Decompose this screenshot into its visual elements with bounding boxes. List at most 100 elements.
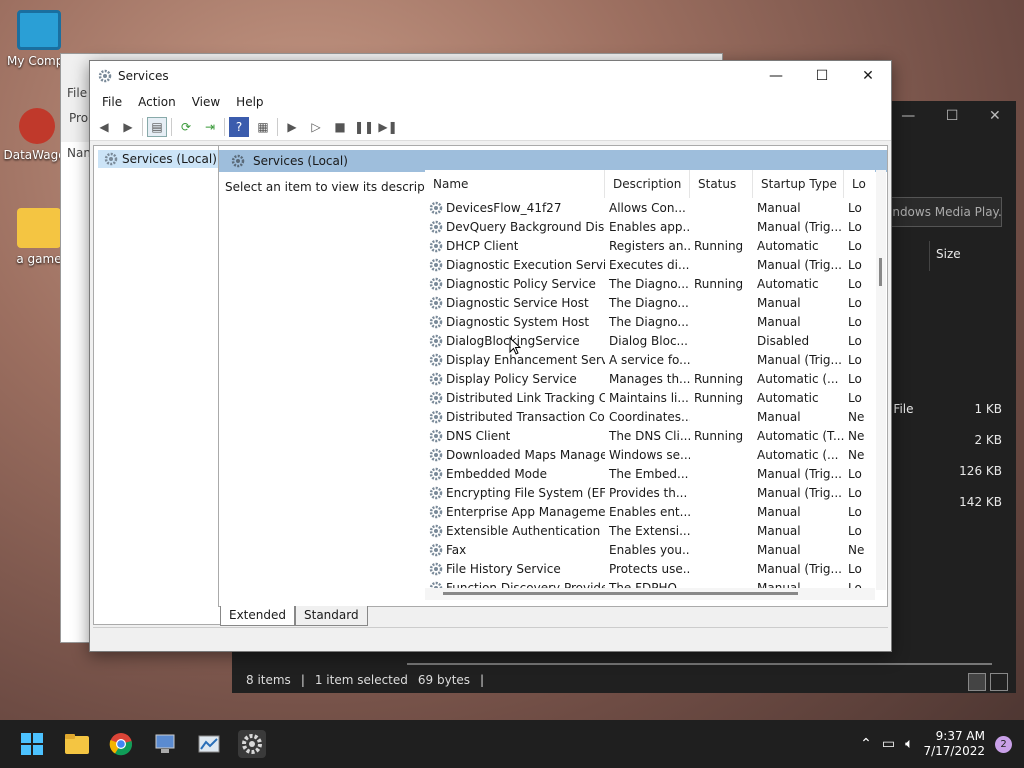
table-row[interactable]: DevicesFlow_41f27 Allows Con... Manual Lo [425,198,875,217]
service-startup-cell: Manual (Trig... [757,561,842,576]
details-view-icon[interactable] [968,673,986,691]
service-name: Diagnostic Policy Service [446,276,596,291]
column-log-on-as[interactable]: Lo [844,170,866,198]
show-hide-tree-icon[interactable]: ▤ [147,116,167,137]
explorer-window-controls: — ☐ ✕ [886,101,1016,131]
service-name: Extensible Authentication P... [446,523,605,538]
performance-chart-icon [198,735,220,753]
table-row[interactable]: Diagnostic Service Host The Diagno... Manu… [425,293,875,312]
table-row[interactable]: Downloaded Maps Manager Windows se... Auto… [425,445,875,464]
tab-extended[interactable]: Extended [220,606,295,626]
name-column-header[interactable]: Nan [67,146,91,160]
menu-view[interactable]: View [184,95,228,109]
table-row[interactable]: Display Enhancement Service A service fo.… [425,350,875,369]
tiles-view-icon[interactable] [990,673,1008,691]
toolbar-separator [142,117,143,136]
table-row[interactable]: Fax Enables you... Manual Ne [425,540,875,559]
service-status-cell: Running [694,371,744,386]
column-name[interactable]: Name [425,170,605,198]
service-description-cell: Enables ent... [609,504,690,519]
service-name-cell: File History Service [425,562,605,576]
computer-management-taskbar-button[interactable] [151,730,179,758]
service-startup-cell: Automatic (... [757,371,839,386]
service-name-cell: Diagnostic System Host [425,315,605,329]
chrome-taskbar-button[interactable] [107,730,135,758]
service-name: Downloaded Maps Manager [446,447,605,462]
table-row[interactable]: Extensible Authentication P... The Extens… [425,521,875,540]
file-row[interactable]: 2 KB [882,433,1002,447]
table-row[interactable]: DialogBlockingServiceDialog Bloc...Disab… [425,331,875,350]
stop-service-icon[interactable]: ■ [330,117,350,137]
tab-standard[interactable]: Standard [295,606,368,626]
table-row[interactable]: Embedded Mode The Embed... Manual (Trig...… [425,464,875,483]
table-row[interactable]: Diagnostic Policy Service The Diagno... Ru… [425,274,875,293]
table-row[interactable]: Diagnostic System Host The Diagno... Manua… [425,312,875,331]
maximize-icon[interactable]: ☐ [946,108,959,124]
table-row[interactable]: Distributed Transaction Coo... Coordinate… [425,407,875,426]
network-icon[interactable]: ▭ [882,736,895,752]
service-startup-cell: Manual (Trig... [757,352,842,367]
close-icon[interactable]: ✕ [989,108,1001,124]
menu-file[interactable]: File [94,95,130,109]
gears-icon [429,353,443,366]
tree-node-services-local[interactable]: Services (Local) [98,150,223,168]
file-row[interactable]: n File 1 KB [882,402,1002,416]
menu-file[interactable]: File [67,86,87,100]
export-list-icon[interactable]: ⇥ [200,117,220,137]
table-row[interactable]: DevQuery Background Disc... Enables app..… [425,217,875,236]
file-explorer-taskbar-button[interactable] [63,730,91,758]
refresh-icon[interactable]: ⟳ [176,117,196,137]
service-name: Distributed Transaction Coo... [446,409,605,424]
horizontal-scrollbar[interactable] [407,663,992,665]
file-row[interactable]: 126 KB [882,464,1002,478]
close-button[interactable]: ✕ [845,61,891,91]
service-logon-cell: Lo [848,561,862,576]
restart-service-icon[interactable]: ▶❚ [378,117,398,137]
gears-icon [98,69,112,83]
services-pane: Services (Local) Select an item to view … [218,145,888,607]
explorer-search-input[interactable]: indows Media Play... [882,197,1002,227]
performance-monitor-taskbar-button[interactable] [195,730,223,758]
gears-icon [429,258,443,271]
column-description[interactable]: Description [605,170,690,198]
table-row[interactable]: Encrypting File System (EFS) Provides th.… [425,483,875,502]
chevron-up-icon[interactable]: ⌃ [860,736,872,752]
column-startup-type[interactable]: Startup Type [753,170,844,198]
vertical-scrollbar[interactable] [876,170,886,590]
column-status[interactable]: Status [690,170,753,198]
service-name: Diagnostic Execution Service [446,257,605,272]
properties-icon[interactable]: ▦ [253,117,273,137]
start-button[interactable] [18,730,46,758]
scroll-thumb[interactable] [443,592,798,595]
table-row[interactable]: DNS Client The DNS Cli... Running Automatic… [425,426,875,445]
file-row[interactable]: 142 KB [882,495,1002,509]
scroll-thumb[interactable] [879,258,882,286]
table-row[interactable]: Distributed Link Tracking Cli... Maintain… [425,388,875,407]
horizontal-scrollbar[interactable] [425,588,875,600]
services-taskbar-button[interactable] [238,730,266,758]
table-row[interactable]: Diagnostic Execution Service Executes di.… [425,255,875,274]
table-row[interactable]: Display Policy Service Manages th... Runni… [425,369,875,388]
table-row[interactable]: DHCP Client Registers an... Running Automat… [425,236,875,255]
table-row[interactable]: Enterprise App Managemen... Enables ent..… [425,502,875,521]
pause-service-icon[interactable]: ❚❚ [354,117,374,137]
menu-help[interactable]: Help [228,95,271,109]
minimize-button[interactable]: — [753,61,799,91]
start-service-icon[interactable]: ▶ [282,117,302,137]
service-startup-cell: Automatic [757,238,819,253]
clock[interactable]: 9:37 AM 7/17/2022 [923,729,985,759]
size-column-header[interactable]: Size [929,241,1004,271]
minimize-icon[interactable]: — [901,108,915,124]
service-logon-cell: Lo [848,504,862,519]
help-icon[interactable]: ? [229,116,249,137]
start-service-alt-icon[interactable]: ▷ [306,117,326,137]
volume-icon[interactable]: 🔈︎ [905,736,913,752]
back-arrow-icon[interactable]: ◀ [94,117,114,137]
notification-badge[interactable]: 2 [995,735,1012,753]
service-name: DevQuery Background Disc... [446,219,605,234]
tab-processes[interactable]: Pro [69,111,88,125]
forward-arrow-icon[interactable]: ▶ [118,117,138,137]
table-row[interactable]: File History Service Protects use... Manua… [425,559,875,578]
maximize-button[interactable]: ☐ [799,61,845,91]
menu-action[interactable]: Action [130,95,184,109]
